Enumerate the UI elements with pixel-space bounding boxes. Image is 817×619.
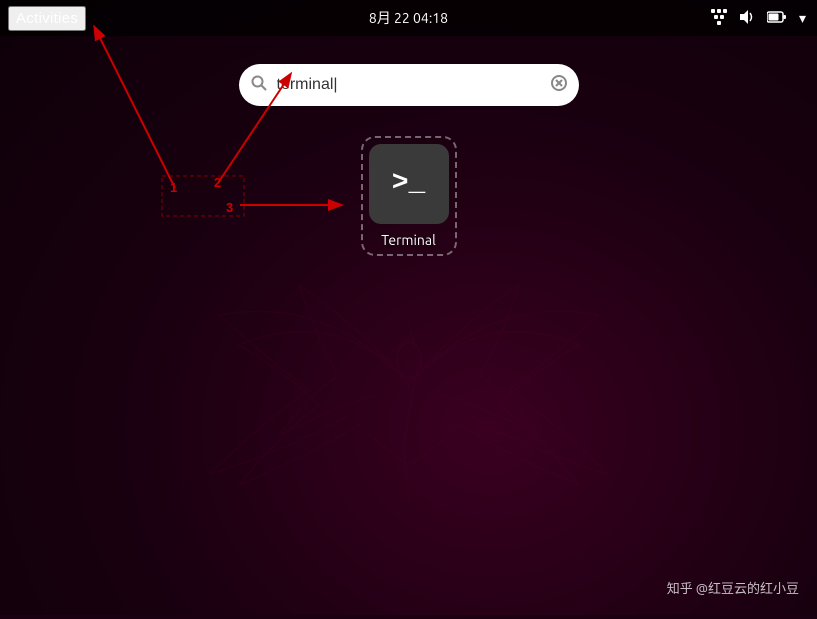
watermark: 知乎 @红豆云的红小豆 [667, 578, 799, 597]
search-input[interactable] [239, 64, 579, 106]
app-grid: >_ Terminal [361, 136, 457, 256]
search-container [239, 64, 579, 106]
terminal-app-icon: >_ [369, 144, 449, 224]
battery-icon[interactable] [764, 8, 790, 28]
terminal-app-item[interactable]: >_ Terminal [361, 136, 457, 256]
search-clear-button[interactable] [551, 75, 567, 95]
search-icon [251, 75, 267, 95]
datetime-display: 8月 22 04:18 [369, 8, 448, 28]
terminal-app-label: Terminal [381, 232, 436, 248]
content-area: >_ Terminal [0, 36, 817, 615]
activities-button[interactable]: Activities [8, 6, 86, 31]
volume-icon[interactable] [736, 7, 758, 30]
terminal-icon-text: >_ [392, 170, 426, 198]
system-menu-arrow[interactable]: ▾ [796, 8, 809, 29]
network-icon[interactable] [706, 7, 730, 30]
system-tray: ▾ [706, 7, 809, 30]
top-bar: Activities 8月 22 04:18 [0, 0, 817, 36]
